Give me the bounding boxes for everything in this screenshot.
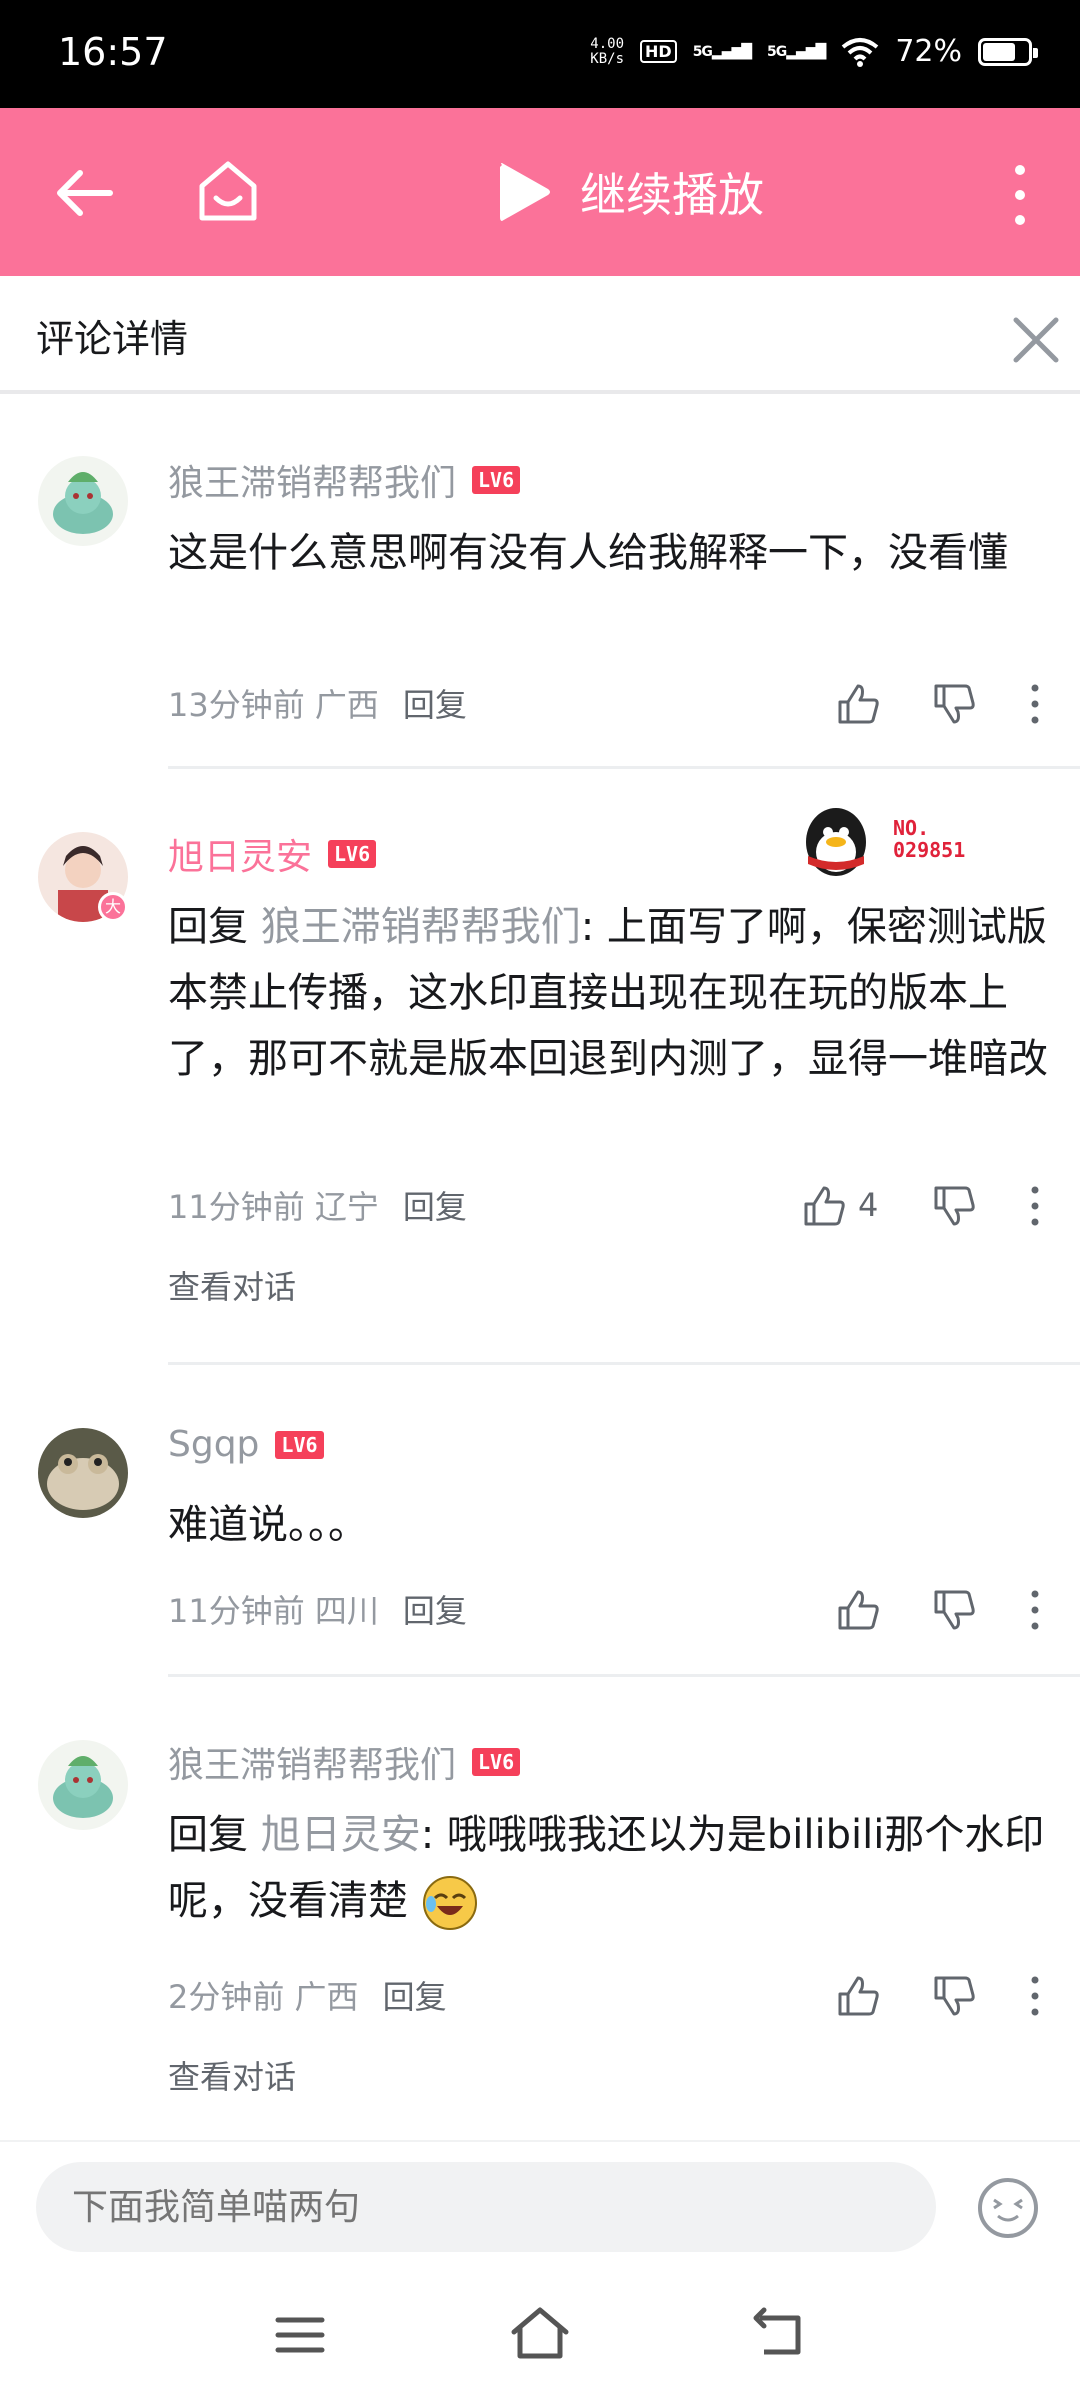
- reply-target-username[interactable]: 旭日灵安: [261, 1812, 421, 1858]
- more-vertical-icon[interactable]: [1022, 680, 1048, 728]
- page-title: 评论详情: [36, 317, 189, 361]
- thumbs-down-icon[interactable]: [930, 1182, 978, 1230]
- more-vertical-icon[interactable]: [1022, 1972, 1048, 2020]
- view-conversation-link[interactable]: 查看对话: [168, 1262, 296, 1308]
- comment-meta: 13分钟前 广西 回复: [168, 680, 467, 726]
- emoji-icon[interactable]: [976, 2176, 1040, 2240]
- level-badge: LV6: [472, 1748, 521, 1776]
- level-badge: LV6: [328, 840, 377, 868]
- avatar[interactable]: [38, 1428, 128, 1518]
- comment-meta: 2分钟前 广西 回复: [168, 1972, 447, 2018]
- system-nav-bar: [0, 2266, 1080, 2400]
- view-conversation-link[interactable]: 查看对话: [168, 2052, 296, 2098]
- thumbs-up-icon[interactable]: [834, 680, 882, 728]
- divider: [168, 766, 1080, 769]
- back-icon[interactable]: [750, 2306, 810, 2362]
- vip-badge: 大: [98, 892, 128, 922]
- avatar[interactable]: [38, 1740, 128, 1830]
- crying-laugh-emoji-icon: [422, 1876, 477, 1930]
- comment-time: 2分钟前 广西: [168, 1978, 359, 2016]
- continue-play-label: 继续播放: [580, 168, 764, 222]
- avatar[interactable]: [38, 456, 128, 546]
- reply-target-username[interactable]: 狼王滞销帮帮我们: [261, 904, 581, 950]
- more-vertical-icon[interactable]: [1022, 1586, 1048, 1634]
- thumbs-down-icon[interactable]: [930, 1586, 978, 1634]
- comment-meta: 11分钟前 辽宁 回复: [168, 1182, 467, 1228]
- thumbs-up-icon[interactable]: [834, 1972, 882, 2020]
- status-bar: 16:57 4.00 KB/s HD 5G▂▄▆█ 5G▂▄▆█ 72%: [0, 0, 1080, 108]
- fan-number-badge: NO. 029851: [893, 816, 966, 862]
- username-row: 狼王滞销帮帮我们 LV6: [168, 454, 521, 506]
- continue-play-button[interactable]: 继续播放: [496, 152, 764, 232]
- signal-icon-1: 5G▂▄▆█: [692, 43, 752, 60]
- back-arrow-icon[interactable]: [50, 158, 120, 228]
- menu-icon[interactable]: [270, 2310, 330, 2360]
- username[interactable]: 旭日灵安: [168, 828, 312, 880]
- comment-text: 回复 狼王滞销帮帮我们: 上面写了啊，保密测试版本禁止传播，这水印直接出现在现在…: [168, 904, 1048, 1082]
- thumbs-up-icon[interactable]: [834, 1586, 882, 1634]
- username-row: 旭日灵安 LV6: [168, 828, 377, 880]
- username-row: 狼王滞销帮帮我们 LV6: [168, 1736, 521, 1788]
- reply-button[interactable]: 回复: [403, 1586, 467, 1632]
- reply-button[interactable]: 回复: [403, 1182, 467, 1228]
- reply-button[interactable]: 回复: [403, 680, 467, 726]
- comment-time: 13分钟前 广西: [168, 686, 379, 724]
- home-icon[interactable]: [192, 156, 264, 228]
- network-speed: 4.00 KB/s: [590, 35, 625, 67]
- like-count: 4: [858, 1186, 879, 1224]
- status-icons: 4.00 KB/s HD 5G▂▄▆█ 5G▂▄▆█ 72%: [590, 34, 1038, 69]
- more-vertical-icon[interactable]: [1000, 160, 1040, 230]
- play-icon: [500, 163, 550, 221]
- comment-input-bar: [0, 2140, 1080, 2266]
- comment-text: 难道说。。。: [168, 1502, 368, 1548]
- battery-percent: 72%: [895, 34, 962, 69]
- comment-time: 11分钟前 四川: [168, 1592, 379, 1630]
- username-row: Sgqp LV6: [168, 1424, 324, 1465]
- username[interactable]: Sgqp: [168, 1424, 259, 1465]
- status-time: 16:57: [58, 30, 168, 74]
- comment-time: 11分钟前 辽宁: [168, 1188, 379, 1226]
- divider: [168, 1674, 1080, 1677]
- username[interactable]: 狼王滞销帮帮我们: [168, 454, 456, 506]
- more-vertical-icon[interactable]: [1022, 1182, 1048, 1230]
- wifi-icon: [842, 37, 879, 67]
- comment-meta: 11分钟前 四川 回复: [168, 1586, 467, 1632]
- username[interactable]: 狼王滞销帮帮我们: [168, 1736, 456, 1788]
- level-badge: LV6: [472, 466, 521, 494]
- level-badge: LV6: [275, 1430, 324, 1459]
- video-top-bar: 继续播放: [0, 108, 1080, 276]
- comment-input[interactable]: [36, 2162, 936, 2252]
- thumbs-down-icon[interactable]: [930, 1972, 978, 2020]
- comment-text: 回复 旭日灵安: 哦哦哦我还以为是bilibili那个水印呢，没看清楚: [168, 1802, 1048, 1934]
- thumbs-up-icon[interactable]: [800, 1182, 848, 1230]
- home-icon[interactable]: [508, 2304, 572, 2364]
- comment-detail-header: 评论详情: [0, 276, 1080, 394]
- comment-text: 这是什么意思啊有没有人给我解释一下，没看懂: [168, 530, 1008, 576]
- battery-icon: [978, 37, 1038, 66]
- reply-button[interactable]: 回复: [383, 1972, 447, 2018]
- hd-icon: HD: [640, 40, 677, 63]
- divider: [168, 1362, 1080, 1365]
- signal-icon-2: 5G▂▄▆█: [767, 43, 826, 60]
- close-icon[interactable]: [1008, 312, 1064, 368]
- thumbs-down-icon[interactable]: [930, 680, 978, 728]
